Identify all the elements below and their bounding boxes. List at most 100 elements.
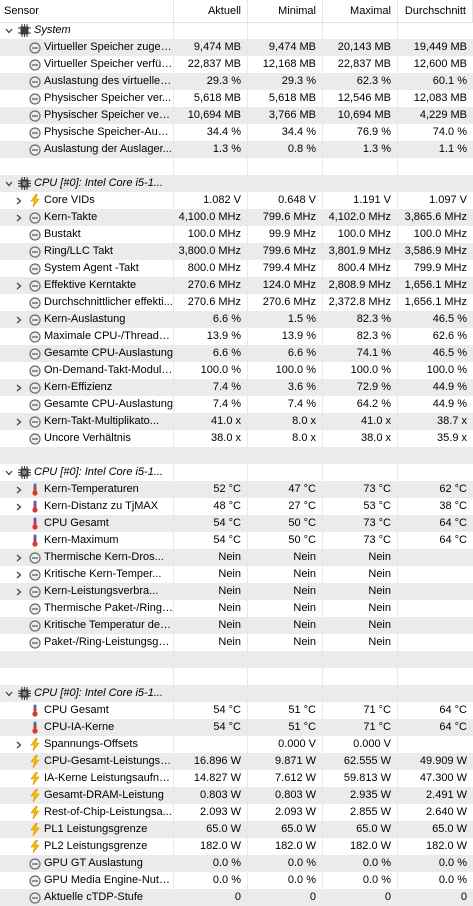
expand-chevron-icon[interactable] xyxy=(14,209,24,226)
sensor-row[interactable]: Uncore Verhältnis 38.0 x 8.0 x 38.0 x 35.9 x xyxy=(0,430,473,447)
sensor-row[interactable]: CPU-Gesamt-Leistungsau... 16.896 W 9.871 W… xyxy=(0,753,473,770)
column-header-sensor[interactable]: Sensor xyxy=(0,0,174,22)
sensor-row[interactable]: Virtueller Speicher zugew... 9,474 MB 9,47… xyxy=(0,39,473,56)
value-average: 47.300 W xyxy=(419,772,467,784)
sensor-row[interactable]: GPU Media Engine-Nutzung 0.0 % 0.0 % 0.0 % 0… xyxy=(0,872,473,889)
sensor-row[interactable]: Ring/LLC Takt 3,800.0 MHz 799.6 MHz 3,801.9… xyxy=(0,243,473,260)
sensor-row[interactable]: Physischer Speicher verf... 10,694 MB 3,76… xyxy=(0,107,473,124)
value-average: 182.0 W xyxy=(426,840,467,852)
sensor-group-row[interactable]: System xyxy=(0,22,473,39)
sensor-row[interactable]: Kern-Takt-Multiplikato... 41.0 x 8.0 x 41.0… xyxy=(0,413,473,430)
minus-circle-icon xyxy=(28,347,41,360)
sensor-row[interactable]: PL1 Leistungsgrenze 65.0 W 65.0 W 65.0 W 65.… xyxy=(0,821,473,838)
expand-chevron-icon[interactable] xyxy=(14,311,24,328)
collapse-chevron-icon[interactable] xyxy=(4,175,14,192)
expand-chevron-icon[interactable] xyxy=(14,379,24,396)
sensor-label: Virtueller Speicher zugew... xyxy=(44,41,173,53)
sensor-row[interactable]: Kern-Temperaturen 52 °C 47 °C 73 °C 62 °C xyxy=(0,481,473,498)
sensor-row[interactable]: Kritische Kern-Temper... Nein Nein Nein xyxy=(0,566,473,583)
sensor-row[interactable]: Kern-Effizienz 7.4 % 3.6 % 72.9 % 44.9 % xyxy=(0,379,473,396)
value-minimum: Nein xyxy=(248,617,323,634)
expand-chevron-icon[interactable] xyxy=(14,583,24,600)
expand-chevron-icon[interactable] xyxy=(14,481,24,498)
value-average: 38 °C xyxy=(439,500,467,512)
sensor-row[interactable]: Kritische Temperatur des... Nein Nein Nein xyxy=(0,617,473,634)
sensor-row[interactable]: Core VIDs 1.082 V 0.648 V 1.191 V 1.097 V xyxy=(0,192,473,209)
column-header-minimum[interactable]: Minimal xyxy=(248,0,323,22)
sensor-row[interactable]: Virtueller Speicher verfüg... 22,837 MB 12… xyxy=(0,56,473,73)
sensor-row[interactable]: Auslastung des virtuellen... 29.3 % 29.3 %… xyxy=(0,73,473,90)
lightning-icon xyxy=(28,772,41,785)
expand-chevron-icon[interactable] xyxy=(14,549,24,566)
expand-chevron-icon[interactable] xyxy=(14,277,24,294)
sensor-row[interactable]: Gesamt-DRAM-Leistung 0.803 W 0.803 W 2.935 … xyxy=(0,787,473,804)
sensor-label: Effektive Kerntakte xyxy=(44,279,137,291)
value-minimum: Nein xyxy=(248,634,323,651)
sensor-row[interactable]: Gesamte CPU-Auslastung 6.6 % 6.6 % 74.1 % 46… xyxy=(0,345,473,362)
sensor-row[interactable]: Kern-Distanz zu TjMAX 48 °C 27 °C 53 °C 38 °… xyxy=(0,498,473,515)
expand-chevron-icon[interactable] xyxy=(14,566,24,583)
sensor-label: Durchschnittlicher effekti... xyxy=(44,296,173,308)
sensor-row[interactable]: Kern-Takte 4,100.0 MHz 799.6 MHz 4,102.0 MH… xyxy=(0,209,473,226)
sensor-row[interactable]: IA-Kerne Leistungsaufna... 14.827 W 7.612 … xyxy=(0,770,473,787)
sensor-row[interactable]: Paket-/Ring-Leistungsgre... Nein Nein Nein xyxy=(0,634,473,651)
sensor-row[interactable]: System Agent -Takt 800.0 MHz 799.4 MHz 800.… xyxy=(0,260,473,277)
sensor-row[interactable]: CPU Gesamt 54 °C 50 °C 73 °C 64 °C xyxy=(0,515,473,532)
value-maximum xyxy=(323,464,398,481)
sensor-row[interactable]: Physische Speicher-Ausla... 34.4 % 34.4 % 7… xyxy=(0,124,473,141)
value-minimum: Nein xyxy=(248,566,323,583)
minus-circle-icon xyxy=(28,126,41,139)
sensor-group-row[interactable]: CPU [#0]: Intel Core i5-1... xyxy=(0,464,473,481)
value-average: 46.5 % xyxy=(432,347,467,359)
sensor-row[interactable]: GPU GT Auslastung 0.0 % 0.0 % 0.0 % 0.0 % xyxy=(0,855,473,872)
sensor-row[interactable]: On-Demand-Takt-Modula... 100.0 % 100.0 % 10… xyxy=(0,362,473,379)
minus-circle-icon xyxy=(28,432,41,445)
sensor-row[interactable]: Durchschnittlicher effekti... 270.6 MHz 27… xyxy=(0,294,473,311)
collapse-chevron-icon[interactable] xyxy=(4,685,14,702)
sensor-group-row[interactable]: CPU [#0]: Intel Core i5-1... xyxy=(0,685,473,702)
sensor-row[interactable]: CPU-IA-Kerne 54 °C 51 °C 71 °C 64 °C xyxy=(0,719,473,736)
sensor-row[interactable]: CPU Gesamt 54 °C 51 °C 71 °C 64 °C xyxy=(0,702,473,719)
expand-chevron-icon[interactable] xyxy=(14,413,24,430)
column-header-maximum[interactable]: Maximal xyxy=(323,0,398,22)
value-maximum: 62.3 % xyxy=(323,73,398,90)
value-average xyxy=(398,464,473,481)
sensor-row[interactable]: Kern-Maximum 54 °C 50 °C 73 °C 64 °C xyxy=(0,532,473,549)
sensor-row[interactable]: Kern-Leistungsverbra... Nein Nein Nein xyxy=(0,583,473,600)
value-current: 2.093 W xyxy=(174,804,248,821)
lightning-icon xyxy=(28,823,41,836)
value-maximum: 64.2 % xyxy=(323,396,398,413)
sensor-row[interactable]: Thermische Kern-Dros... Nein Nein Nein xyxy=(0,549,473,566)
sensor-row[interactable]: Aktuelle cTDP-Stufe 0 0 0 0 xyxy=(0,889,473,906)
expand-chevron-icon[interactable] xyxy=(14,736,24,753)
value-current: 270.6 MHz xyxy=(174,294,248,311)
sensor-row[interactable]: PL2 Leistungsgrenze 182.0 W 182.0 W 182.0 W… xyxy=(0,838,473,855)
sensor-group-row[interactable]: CPU [#0]: Intel Core i5-1... xyxy=(0,175,473,192)
expand-chevron-icon[interactable] xyxy=(14,498,24,515)
sensor-row[interactable]: Effektive Kerntakte 270.6 MHz 124.0 MHz 2,8… xyxy=(0,277,473,294)
sensor-row[interactable]: Physischer Speicher ver... 5,618 MB 5,618 … xyxy=(0,90,473,107)
sensor-row[interactable]: Maximale CPU-/Thread-A... 13.9 % 13.9 % 82.… xyxy=(0,328,473,345)
value-average: 1.097 V xyxy=(429,194,467,206)
value-maximum: 4,102.0 MHz xyxy=(323,209,398,226)
sensor-label: Kern-Distanz zu TjMAX xyxy=(44,500,159,512)
column-header-average[interactable]: Durchschnitt xyxy=(398,0,473,22)
value-current: 7.4 % xyxy=(174,396,248,413)
sensor-row[interactable]: Spannungs-Offsets 0.000 V 0.000 V xyxy=(0,736,473,753)
sensor-row[interactable]: Kern-Auslastung 6.6 % 1.5 % 82.3 % 46.5 % xyxy=(0,311,473,328)
sensor-row[interactable]: Thermische Paket-/Ring-... Nein Nein Nein xyxy=(0,600,473,617)
column-header-current[interactable]: Aktuell xyxy=(174,0,248,22)
sensor-row[interactable]: Rest-of-Chip-Leistungsa... 2.093 W 2.093 W… xyxy=(0,804,473,821)
collapse-chevron-icon[interactable] xyxy=(4,464,14,481)
value-current: 7.4 % xyxy=(174,379,248,396)
expand-chevron-icon[interactable] xyxy=(14,192,24,209)
sensor-row[interactable]: Gesamte CPU-Auslastung 7.4 % 7.4 % 64.2 % 44… xyxy=(0,396,473,413)
value-minimum: 2.093 W xyxy=(248,804,323,821)
collapse-chevron-icon[interactable] xyxy=(4,22,14,39)
sensor-row[interactable]: Auslastung der Auslager... 1.3 % 0.8 % 1.3 … xyxy=(0,141,473,158)
sensor-row[interactable]: Bustakt 100.0 MHz 99.9 MHz 100.0 MHz 100.0 M… xyxy=(0,226,473,243)
value-minimum: 12,168 MB xyxy=(248,56,323,73)
